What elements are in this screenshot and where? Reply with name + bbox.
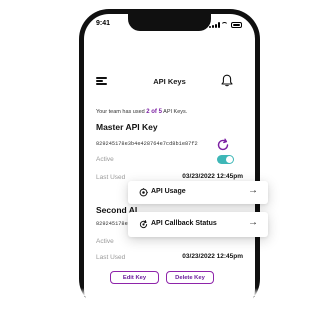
api-callback-status-menu-item[interactable]: API Callback Status → (128, 212, 268, 237)
refresh-icon[interactable] (216, 138, 230, 152)
arrow-right-icon: → (248, 185, 258, 196)
status-icons (209, 22, 247, 28)
second-last-used-label: Last Used (96, 254, 126, 261)
api-usage-icon (139, 188, 148, 197)
usage-text: Your team has used 2 of 5 API Keys. (96, 109, 188, 115)
usage-count: 2 of 5 (146, 109, 162, 115)
master-last-used-label: Last Used (96, 174, 126, 181)
master-key-hash: 829245178e3b4e428764e7cd8b1e87f2 (96, 141, 198, 147)
bell-icon[interactable] (221, 74, 233, 87)
status-time: 9:41 (96, 20, 111, 27)
second-last-used-value: 03/23/2022 12:45pm (182, 253, 243, 260)
arrow-right-icon: → (248, 217, 258, 228)
master-last-used-value: 03/23/2022 12:45pm (182, 173, 243, 180)
second-key-hash: 829245178e3 (96, 221, 131, 227)
signal-icon (209, 26, 211, 28)
phone-frame: 9:41 API Keys Your team has used 2 of 5 … (79, 9, 260, 314)
edit-key-button[interactable]: Edit Key (110, 271, 159, 284)
master-status-label: Active (96, 156, 114, 163)
delete-key-button[interactable]: Delete Key (166, 271, 214, 284)
bottom-fade (0, 288, 330, 296)
master-key-title: Master API Key (96, 122, 158, 132)
api-callback-status-label: API Callback Status (151, 220, 217, 227)
api-usage-menu-item[interactable]: API Usage → (128, 181, 268, 204)
master-active-toggle[interactable] (217, 155, 234, 164)
phone-screen: 9:41 API Keys Your team has used 2 of 5 … (84, 14, 255, 314)
notch (128, 14, 211, 31)
second-status-label: Active (96, 238, 114, 245)
api-callback-icon (139, 220, 148, 229)
api-usage-label: API Usage (151, 188, 186, 195)
wifi-icon (221, 22, 228, 29)
battery-icon (231, 22, 242, 28)
